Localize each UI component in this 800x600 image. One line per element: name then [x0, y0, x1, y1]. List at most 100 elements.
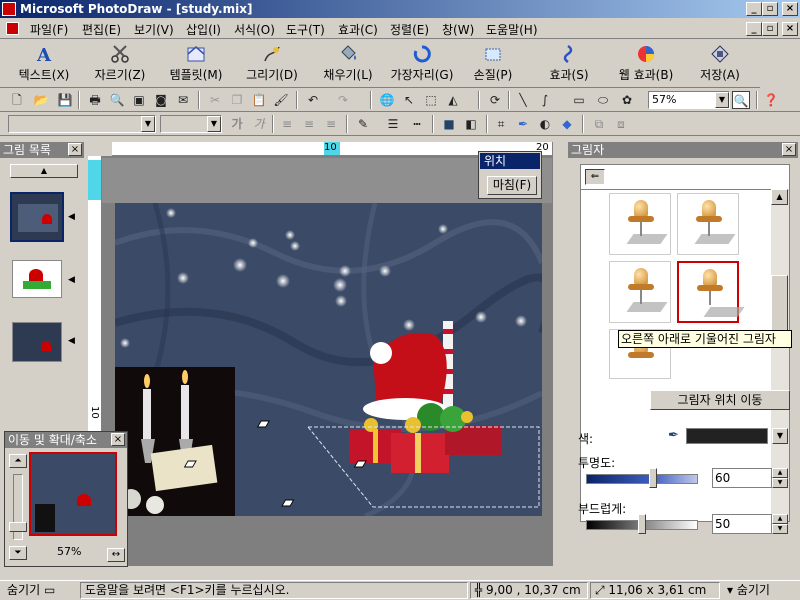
redo-icon[interactable]: ↷ [334, 91, 352, 109]
menu-effects[interactable]: 효과(C) [338, 21, 378, 38]
zoom-tool-icon[interactable]: 🔍 [732, 91, 750, 109]
minimize-icon[interactable]: _ [746, 2, 762, 16]
gallery-back-icon[interactable]: ⇐ [585, 169, 605, 185]
line-icon[interactable]: ╲ [514, 91, 532, 109]
group-icon[interactable]: ⧉ [590, 115, 608, 133]
doc-icon[interactable] [6, 22, 19, 35]
pen-color-icon[interactable]: ✎ [354, 115, 372, 133]
menu-view[interactable]: 보기(V) [134, 21, 174, 38]
shape-icon[interactable]: ✿ [618, 91, 636, 109]
copy-icon[interactable]: ❐ [228, 91, 246, 109]
bold-button[interactable]: 가 [228, 115, 246, 133]
menu-insert[interactable]: 삽입(I) [186, 21, 221, 38]
scroll-thumb[interactable] [771, 275, 788, 335]
eyedropper-icon[interactable]: ✒ [668, 428, 679, 443]
shadow-option-1[interactable] [609, 193, 671, 255]
paste-icon[interactable]: 📋 [250, 91, 268, 109]
save-disk-icon[interactable]: 💾 [56, 91, 74, 109]
transparency-slider[interactable] [586, 474, 698, 484]
align-center-icon[interactable]: ≡ [300, 115, 318, 133]
menu-arrange[interactable]: 정렬(E) [390, 21, 429, 38]
help-icon[interactable]: ❓ [762, 91, 780, 109]
ungroup-icon[interactable]: ⧈ [612, 115, 630, 133]
new-icon[interactable]: 🗋 [8, 91, 26, 109]
zoom-in-button[interactable]: ⏶ [9, 454, 27, 468]
edges-button[interactable]: 가장자리(G) [384, 42, 460, 86]
maximize-icon[interactable]: ▫ [762, 2, 778, 16]
line-weight-icon[interactable]: ☰ [384, 115, 402, 133]
curve-icon[interactable]: ∫ [536, 91, 554, 109]
thumb-arrow-icon[interactable]: ◀ [68, 336, 75, 346]
undo-icon[interactable]: ↶ [304, 91, 322, 109]
close-icon[interactable]: × [68, 143, 82, 156]
ellipse-icon[interactable]: ⬭ [594, 91, 612, 109]
menu-format[interactable]: 서식(O) [234, 21, 275, 38]
hide-right-button[interactable]: ▾ 숨기기 [722, 582, 798, 599]
italic-button[interactable]: 가 [250, 115, 268, 133]
thumb-arrow-icon[interactable]: ◀ [68, 212, 75, 222]
eyedropper-icon[interactable]: ✒ [514, 115, 532, 133]
dash-style-icon[interactable]: ┅ [408, 115, 426, 133]
softness-value-field[interactable]: 50 [712, 514, 772, 534]
finish-button[interactable]: 마침(F) [487, 176, 537, 195]
web-icon[interactable]: 🌐 [378, 91, 396, 109]
print-preview-icon[interactable]: 🔍 [108, 91, 126, 109]
close-icon[interactable]: × [782, 143, 796, 156]
hide-left-button[interactable]: 숨기기 ▭ [2, 582, 78, 599]
text-button[interactable]: A 텍스트(X) [8, 42, 80, 86]
chevron-down-icon[interactable]: ▼ [207, 116, 221, 132]
shadow-option-selected[interactable] [677, 261, 745, 323]
crop-tool-icon[interactable]: ⌗ [492, 115, 510, 133]
close-icon[interactable]: × [782, 2, 798, 16]
draw-button[interactable]: 그리기(D) [236, 42, 308, 86]
pointer-icon[interactable]: ↖ [400, 91, 418, 109]
softness-up-icon[interactable]: ▲ [772, 514, 788, 524]
softness-down-icon[interactable]: ▼ [772, 524, 788, 534]
scroll-up-icon[interactable]: ▲ [771, 189, 788, 205]
picture-thumb-1[interactable] [10, 192, 64, 242]
transparency-up-icon[interactable]: ▲ [772, 468, 788, 478]
rotate-icon[interactable]: ⟳ [486, 91, 504, 109]
font-size-select[interactable]: ▼ [160, 115, 222, 133]
fill-button[interactable]: 채우기(L) [312, 42, 384, 86]
shadow-option-3[interactable] [609, 261, 671, 323]
pan-preview[interactable] [29, 452, 117, 536]
zoom-slider-thumb[interactable] [9, 522, 27, 532]
shadow-icon[interactable]: ■ [440, 115, 458, 133]
scroll-up-button[interactable]: ▲ [10, 164, 78, 178]
camera-icon[interactable]: ◙ [152, 91, 170, 109]
template-button[interactable]: 템플릿(M) [160, 42, 232, 86]
effects-button[interactable]: 효과(S) [538, 42, 600, 86]
picture-thumb-3[interactable] [12, 322, 62, 362]
transparency-slider-thumb[interactable] [649, 468, 658, 488]
menu-tools[interactable]: 도구(T) [286, 21, 325, 38]
close-icon[interactable]: × [111, 433, 125, 446]
canvas-picture[interactable] [115, 203, 542, 516]
select-region-icon[interactable]: ⬚ [422, 91, 440, 109]
chevron-down-icon[interactable]: ▼ [715, 92, 729, 108]
zoom-out-button[interactable]: ⏷ [9, 546, 27, 560]
transparency-down-icon[interactable]: ▼ [772, 478, 788, 488]
save-button[interactable]: 저장(A) [688, 42, 752, 86]
align-left-icon[interactable]: ≡ [278, 115, 296, 133]
crop-button[interactable]: 자르기(Z) [84, 42, 156, 86]
cut-icon[interactable]: ✂ [206, 91, 224, 109]
picture-thumb-2[interactable] [12, 260, 62, 298]
align-right-icon[interactable]: ≡ [322, 115, 340, 133]
app-icon[interactable] [2, 2, 16, 16]
format-painter-icon[interactable]: 🖌 [272, 91, 290, 109]
scan-icon[interactable]: ▣ [130, 91, 148, 109]
web-effects-button[interactable]: 웹 효과(B) [610, 42, 682, 86]
chevron-down-icon[interactable]: ▼ [772, 428, 788, 444]
touchup-button[interactable]: 손질(P) [462, 42, 524, 86]
menu-help[interactable]: 도움말(H) [486, 21, 538, 38]
transparency-value-field[interactable]: 60 [712, 468, 772, 488]
print-icon[interactable]: 🖶 [86, 91, 104, 109]
menu-window[interactable]: 창(W) [442, 21, 474, 38]
open-icon[interactable]: 📂 [32, 91, 50, 109]
menu-file[interactable]: 파일(F) [30, 21, 68, 38]
chevron-down-icon[interactable]: ▼ [141, 116, 155, 132]
shadow-option-2[interactable] [677, 193, 739, 255]
doc-restore-icon[interactable]: ▫ [762, 22, 778, 36]
doc-minimize-icon[interactable]: _ [746, 22, 762, 36]
